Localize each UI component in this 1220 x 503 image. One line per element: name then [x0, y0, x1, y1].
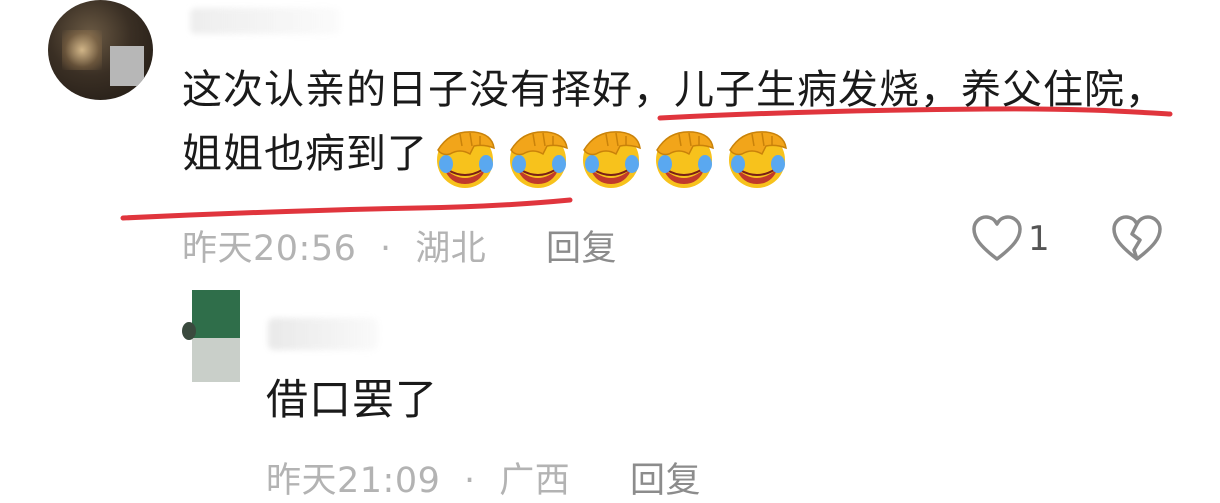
meta-separator: ·	[380, 229, 392, 269]
reply-button[interactable]: 回复	[630, 461, 701, 501]
reply-avatar-bottom	[192, 338, 240, 382]
facepalm-laughing-emoji	[583, 130, 641, 188]
facepalm-laughing-emoji	[510, 130, 568, 188]
reply-location: 广西	[499, 461, 571, 501]
reply-time: 昨天21:09	[266, 461, 441, 501]
comment-location: 湖北	[415, 229, 487, 269]
reply-username-blurred[interactable]	[268, 318, 378, 350]
facepalm-laughing-emoji	[437, 130, 495, 188]
avatar-mosaic	[110, 46, 144, 86]
emoji-row	[430, 123, 795, 190]
like-button[interactable]: 1	[970, 214, 1050, 264]
comment-actions: 1	[970, 214, 1180, 266]
reply-meta: 昨天21:09 · 广西 回复	[266, 452, 701, 503]
facepalm-laughing-emoji	[729, 130, 787, 188]
avatar-light	[62, 30, 102, 70]
broken-heart-icon	[1112, 215, 1162, 261]
comment-body: 这次认亲的日子没有择好，儿子生病发烧，养父住院，姐姐也病到了	[182, 58, 1192, 190]
reply-button[interactable]: 回复	[546, 229, 617, 269]
comment-thread: 这次认亲的日子没有择好，儿子生病发烧，养父住院，姐姐也病到了 昨天20:56 ·…	[0, 0, 1220, 503]
like-count: 1	[1028, 219, 1050, 259]
reply-body: 借口罢了	[266, 375, 439, 424]
reply-avatar[interactable]	[182, 290, 240, 382]
reply-avatar-dot	[182, 322, 196, 340]
avatar[interactable]	[48, 0, 153, 100]
dislike-button[interactable]	[1110, 214, 1164, 268]
heart-outline-icon	[972, 215, 1022, 261]
comment-time: 昨天20:56	[182, 229, 357, 269]
meta-separator: ·	[464, 461, 476, 501]
reply-avatar-top	[192, 290, 240, 338]
comment-meta: 昨天20:56 · 湖北 回复	[182, 220, 617, 271]
username-blurred[interactable]	[190, 8, 340, 34]
facepalm-laughing-emoji	[656, 130, 714, 188]
